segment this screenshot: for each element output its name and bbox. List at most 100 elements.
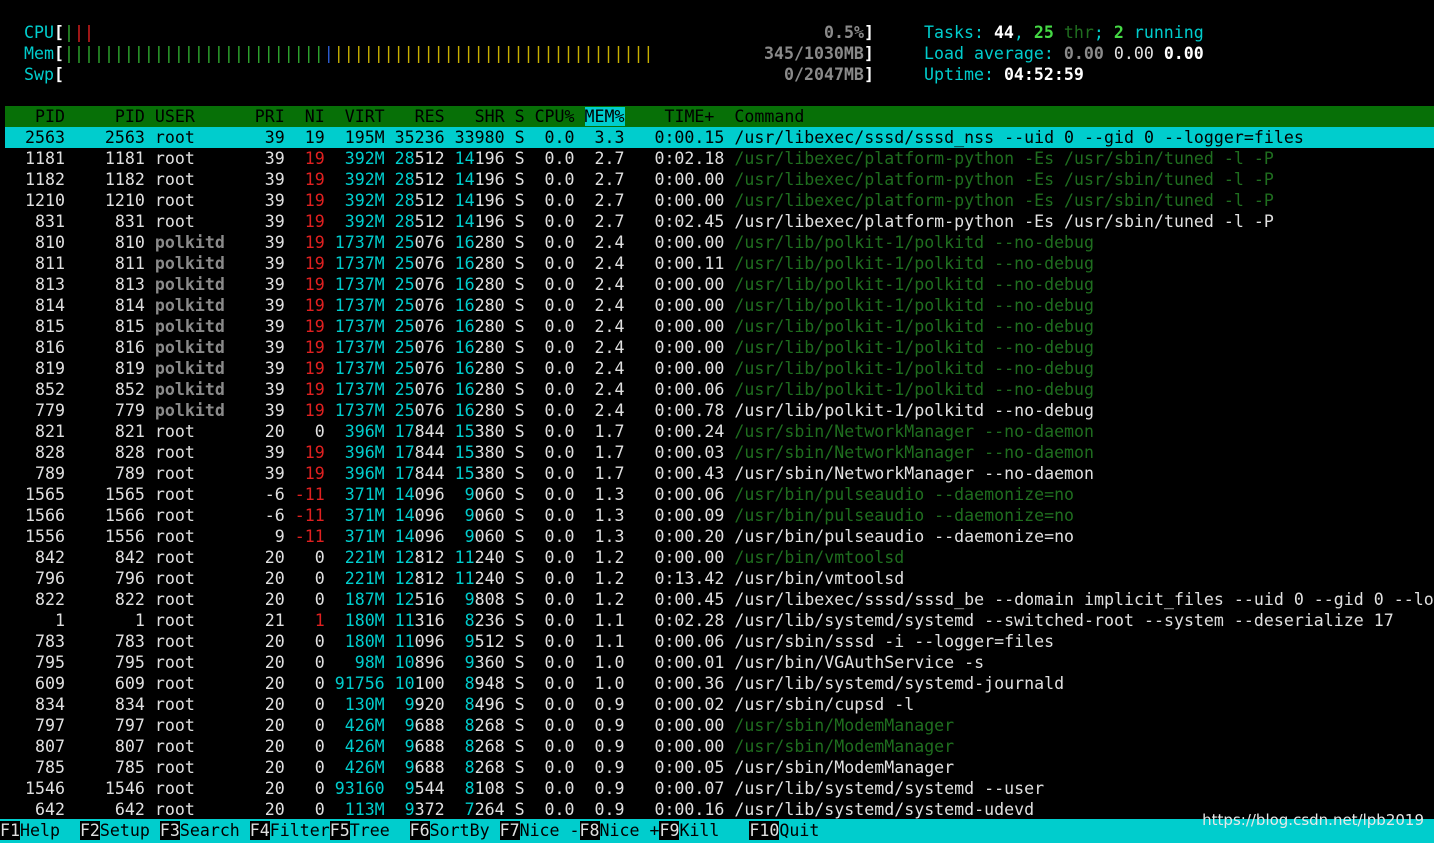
process-row[interactable]: 1546 1546 root 20 0 93160 9544 8108 S 0.… bbox=[5, 778, 1434, 799]
command-cell: /usr/lib/systemd/systemd-udevd bbox=[734, 800, 1035, 819]
col-user-header[interactable]: USER bbox=[155, 107, 255, 126]
mem-cell: 2.4 bbox=[584, 317, 635, 336]
process-row[interactable]: 1182 1182 root 39 19 392M 28512 14196 S … bbox=[5, 169, 1434, 190]
col-virt-header[interactable]: VIRT bbox=[335, 107, 395, 126]
time-cell: 0:00.00 bbox=[634, 317, 735, 336]
command-cell: /usr/lib/polkit-1/polkitd --no-debug bbox=[734, 275, 1095, 294]
process-row[interactable]: 811 811 polkitd 39 19 1737M 25076 16280 … bbox=[5, 253, 1434, 274]
col-mem-header[interactable]: MEM% bbox=[584, 107, 625, 126]
tgid-cell: 1565 bbox=[74, 485, 155, 504]
shr-cell: 8236 bbox=[454, 611, 515, 630]
process-row[interactable]: 779 779 polkitd 39 19 1737M 25076 16280 … bbox=[5, 400, 1434, 421]
process-row[interactable]: 807 807 root 20 0 426M 9688 8268 S 0.0 0… bbox=[5, 736, 1434, 757]
footer-nice-button[interactable]: Nice + bbox=[599, 821, 660, 840]
col-pri-header[interactable]: PRI bbox=[255, 107, 295, 126]
tgid-cell: 821 bbox=[74, 422, 155, 441]
col-ni-header[interactable]: NI bbox=[295, 107, 335, 126]
process-row[interactable]: 796 796 root 20 0 221M 12812 11240 S 0.0… bbox=[5, 568, 1434, 589]
ni-cell: 19 bbox=[294, 338, 335, 357]
mem-cell: 2.7 bbox=[584, 149, 635, 168]
time-cell: 0:02.28 bbox=[634, 611, 735, 630]
process-row[interactable]: 828 828 root 39 19 396M 17844 15380 S 0.… bbox=[5, 442, 1434, 463]
footer-kill-button[interactable]: Kill bbox=[679, 821, 750, 840]
state-cell: S bbox=[514, 569, 535, 588]
virt-cell: 426M bbox=[334, 758, 395, 777]
process-row[interactable]: 783 783 root 20 0 180M 11096 9512 S 0.0 … bbox=[5, 631, 1434, 652]
process-row[interactable]: 815 815 polkitd 39 19 1737M 25076 16280 … bbox=[5, 316, 1434, 337]
time-cell: 0:00.00 bbox=[634, 716, 735, 735]
footer-filter-button[interactable]: Filter bbox=[269, 821, 330, 840]
process-row[interactable]: 834 834 root 20 0 130M 9920 8496 S 0.0 0… bbox=[5, 694, 1434, 715]
pri-cell: 20 bbox=[254, 737, 295, 756]
pid-cell: 797 bbox=[5, 716, 75, 735]
process-row[interactable]: 2563 2563 root 39 19 195M 35236 33980 S … bbox=[5, 127, 1434, 148]
col-time-header[interactable]: TIME+ bbox=[625, 107, 735, 126]
process-row[interactable]: 814 814 polkitd 39 19 1737M 25076 16280 … bbox=[5, 295, 1434, 316]
process-row[interactable]: 810 810 polkitd 39 19 1737M 25076 16280 … bbox=[5, 232, 1434, 253]
footer-tree-button[interactable]: Tree bbox=[349, 821, 410, 840]
cpu-cell: 0.0 bbox=[534, 401, 585, 420]
virt-cell: 1737M bbox=[334, 254, 395, 273]
process-row[interactable]: 789 789 root 39 19 396M 17844 15380 S 0.… bbox=[5, 463, 1434, 484]
process-row[interactable]: 822 822 root 20 0 187M 12516 9808 S 0.0 … bbox=[5, 589, 1434, 610]
process-row[interactable]: 813 813 polkitd 39 19 1737M 25076 16280 … bbox=[5, 274, 1434, 295]
state-cell: S bbox=[514, 506, 535, 525]
user-cell: root bbox=[154, 191, 255, 210]
col-res-header[interactable]: RES bbox=[395, 107, 455, 126]
footer-nice-button[interactable]: Nice - bbox=[519, 821, 580, 840]
command-cell: /usr/libexec/platform-python -Es /usr/sb… bbox=[734, 170, 1274, 189]
shr-cell: 11240 bbox=[454, 569, 515, 588]
ni-cell: 19 bbox=[294, 317, 335, 336]
col-tgid-header[interactable]: PID bbox=[75, 107, 155, 126]
process-row[interactable]: 1181 1181 root 39 19 392M 28512 14196 S … bbox=[5, 148, 1434, 169]
swap-value: 0/2047MB] bbox=[784, 65, 874, 84]
process-row[interactable]: 1 1 root 21 1 180M 11316 8236 S 0.0 1.1 … bbox=[5, 610, 1434, 631]
res-cell: 9688 bbox=[394, 758, 455, 777]
process-row[interactable]: 785 785 root 20 0 426M 9688 8268 S 0.0 0… bbox=[5, 757, 1434, 778]
state-cell: S bbox=[514, 674, 535, 693]
footer-help-button[interactable]: Help bbox=[19, 821, 80, 840]
process-row[interactable]: 831 831 root 39 19 392M 28512 14196 S 0.… bbox=[5, 211, 1434, 232]
process-row[interactable]: 797 797 root 20 0 426M 9688 8268 S 0.0 0… bbox=[5, 715, 1434, 736]
process-row[interactable]: 842 842 root 20 0 221M 12812 11240 S 0.0… bbox=[5, 547, 1434, 568]
shr-cell: 8948 bbox=[454, 674, 515, 693]
time-cell: 0:00.11 bbox=[634, 254, 735, 273]
time-cell: 0:13.42 bbox=[634, 569, 735, 588]
command-cell: /usr/sbin/ModemManager bbox=[734, 758, 955, 777]
footer-sortby-button[interactable]: SortBy bbox=[429, 821, 500, 840]
res-cell: 12516 bbox=[394, 590, 455, 609]
virt-cell: 195M bbox=[334, 128, 395, 147]
process-row[interactable]: 1556 1556 root 9 -11 371M 14096 9060 S 0… bbox=[5, 526, 1434, 547]
process-row[interactable]: 609 609 root 20 0 91756 10100 8948 S 0.0… bbox=[5, 673, 1434, 694]
shr-cell: 16280 bbox=[454, 380, 515, 399]
col-cpu-header[interactable]: CPU% bbox=[535, 107, 575, 126]
shr-cell: 14196 bbox=[454, 212, 515, 231]
cpu-cell: 0.0 bbox=[534, 632, 585, 651]
virt-cell: 187M bbox=[334, 590, 395, 609]
fkey-f8: F8 bbox=[579, 821, 600, 840]
state-cell: S bbox=[514, 464, 535, 483]
footer-setup-button[interactable]: Setup bbox=[99, 821, 160, 840]
col-state-header[interactable]: S bbox=[515, 107, 535, 126]
process-row[interactable]: 1565 1565 root -6 -11 371M 14096 9060 S … bbox=[5, 484, 1434, 505]
res-cell: 12812 bbox=[394, 569, 455, 588]
process-row[interactable]: 1566 1566 root -6 -11 371M 14096 9060 S … bbox=[5, 505, 1434, 526]
pri-cell: 39 bbox=[254, 275, 295, 294]
res-cell: 35236 bbox=[394, 128, 455, 147]
mem-cell: 0.9 bbox=[584, 779, 635, 798]
col-shr-header[interactable]: SHR bbox=[455, 107, 515, 126]
shr-cell: 14196 bbox=[454, 170, 515, 189]
col-pid-header[interactable]: PID bbox=[5, 107, 75, 126]
virt-cell: 371M bbox=[334, 506, 395, 525]
col-command-header[interactable]: Command bbox=[734, 107, 804, 126]
process-row[interactable]: 1210 1210 root 39 19 392M 28512 14196 S … bbox=[5, 190, 1434, 211]
process-row[interactable]: 819 819 polkitd 39 19 1737M 25076 16280 … bbox=[5, 358, 1434, 379]
footer-search-button[interactable]: Search bbox=[179, 821, 250, 840]
process-row[interactable]: 795 795 root 20 0 98M 10896 9360 S 0.0 1… bbox=[5, 652, 1434, 673]
process-row[interactable]: 821 821 root 20 0 396M 17844 15380 S 0.0… bbox=[5, 421, 1434, 442]
process-row[interactable]: 816 816 polkitd 39 19 1737M 25076 16280 … bbox=[5, 337, 1434, 358]
process-row[interactable]: 852 852 polkitd 39 19 1737M 25076 16280 … bbox=[5, 379, 1434, 400]
shr-cell: 16280 bbox=[454, 233, 515, 252]
pri-cell: 20 bbox=[254, 632, 295, 651]
footer-quit-button[interactable]: Quit bbox=[779, 821, 830, 840]
